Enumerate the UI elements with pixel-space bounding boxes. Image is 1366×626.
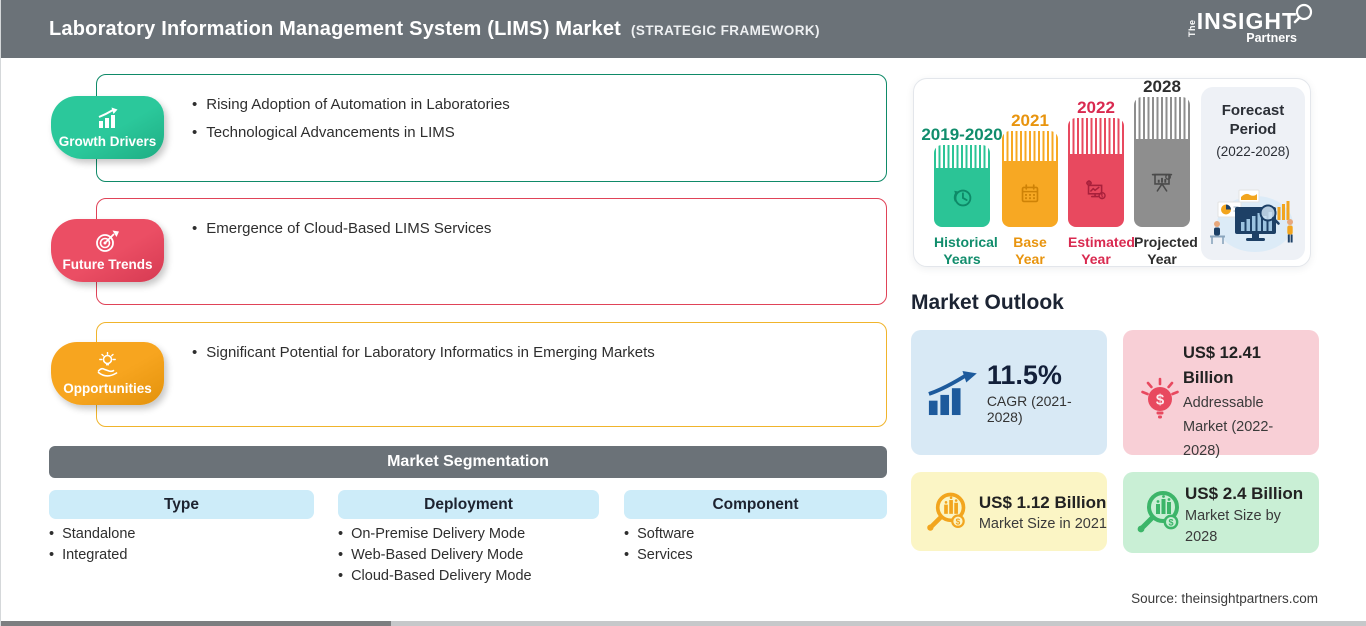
timeline-bar bbox=[1134, 97, 1190, 227]
segment-header-component: Component bbox=[624, 490, 887, 519]
analytics-illustration bbox=[1210, 189, 1293, 252]
calendar-icon bbox=[1021, 184, 1039, 203]
market-segmentation-header: Market Segmentation bbox=[49, 446, 887, 478]
forecast-period-panel: Forecast Period (2022-2028) bbox=[1201, 87, 1305, 260]
market-size-2021-desc: Market Size in 2021 bbox=[978, 516, 1107, 532]
bar-stripes bbox=[1068, 118, 1124, 154]
insight-partners-logo: The INSIGHT Partners bbox=[1186, 3, 1315, 45]
page-subtitle: (STRATEGIC FRAMEWORK) bbox=[631, 22, 820, 38]
list-item: Cloud-Based Delivery Mode bbox=[338, 566, 532, 587]
opportunities-badge: Opportunities bbox=[51, 342, 164, 405]
svg-text:$: $ bbox=[1168, 518, 1173, 528]
bar-caption: Estimated Year bbox=[1068, 234, 1135, 267]
list-item: Technological Advancements in LIMS bbox=[192, 123, 862, 142]
market-size-2028-value: US$ 2.4 Billion bbox=[1185, 484, 1304, 503]
header-bar: Laboratory Information Management System… bbox=[1, 0, 1366, 58]
timeline-bar bbox=[1002, 131, 1058, 227]
list-item: Software bbox=[624, 524, 694, 545]
timeline-bar bbox=[934, 145, 990, 227]
bar-caption: Historical Years bbox=[934, 234, 998, 267]
bar-stripes bbox=[1002, 131, 1058, 161]
market-size-2028-card: $ US$ 2.4 Billion Market Size by 2028 bbox=[1123, 472, 1319, 553]
list-item: Web-Based Delivery Mode bbox=[338, 545, 532, 566]
bar-stripes bbox=[934, 145, 990, 168]
list-item: On-Premise Delivery Mode bbox=[338, 524, 532, 545]
market-size-2028-desc: Market Size by 2028 bbox=[1185, 508, 1281, 545]
type-list: Standalone Integrated bbox=[49, 524, 135, 566]
cagr-card: 11.5% CAGR (2021-2028) bbox=[911, 330, 1107, 455]
segment-header-type: Type bbox=[49, 490, 314, 519]
monitor-analytics-icon: $ bbox=[1086, 179, 1106, 199]
badge-label: Growth Drivers bbox=[58, 134, 157, 149]
growth-drivers-badge: Growth Drivers bbox=[51, 96, 164, 159]
year-label: 2028 bbox=[1143, 77, 1181, 96]
timeline-historical-years: 2019-2020 Historical Years bbox=[921, 79, 1002, 267]
source-attribution: Source: theinsightpartners.com bbox=[1131, 591, 1318, 606]
bar-caption: Projected Year bbox=[1134, 234, 1198, 267]
timeline-projected-year: 2028 Projected Year bbox=[1134, 77, 1198, 267]
list-item: Standalone bbox=[49, 524, 135, 545]
timeline-base-year: 2021 Base Year bbox=[1002, 79, 1058, 267]
addressable-market-desc: Addressable Market (2022-2028) bbox=[1183, 395, 1274, 459]
market-size-2021-value: US$ 1.12 Billion bbox=[978, 493, 1107, 512]
cagr-value: 11.5% bbox=[986, 360, 1062, 390]
growth-chart-icon bbox=[98, 107, 118, 128]
logo-the-text: The bbox=[1186, 19, 1197, 37]
forecast-period-range: (2022-2028) bbox=[1216, 144, 1290, 159]
segment-header-deployment: Deployment bbox=[338, 490, 599, 519]
horizontal-scrollbar[interactable] bbox=[1, 621, 1366, 626]
growth-drivers-panel: Rising Adoption of Automation in Laborat… bbox=[96, 74, 887, 182]
addressable-market-card: $ US$ 12.41 Billion Addressable Market (… bbox=[1123, 330, 1319, 459]
deployment-list: On-Premise Delivery Mode Web-Based Deliv… bbox=[338, 524, 532, 587]
growth-bars-arrow-icon bbox=[928, 370, 977, 415]
future-trends-panel: Emergence of Cloud-Based LIMS Services bbox=[96, 198, 887, 305]
projection-screen-icon bbox=[1151, 173, 1173, 192]
header-titles: Laboratory Information Management System… bbox=[49, 18, 820, 41]
cagr-desc: CAGR (2021-2028) bbox=[986, 393, 1072, 425]
magnifier-chart-icon: $ bbox=[1137, 491, 1179, 533]
segmentation-title: Market Segmentation bbox=[387, 453, 549, 470]
market-size-2021-card: $ US$ 1.12 Billion Market Size in 2021 bbox=[911, 472, 1107, 551]
list-item: Emergence of Cloud-Based LIMS Services bbox=[192, 219, 862, 238]
year-label: 2021 bbox=[1011, 111, 1049, 130]
target-dart-icon bbox=[96, 230, 119, 252]
year-label: 2022 bbox=[1077, 98, 1115, 117]
list-item: Significant Potential for Laboratory Inf… bbox=[192, 343, 862, 362]
list-item: Rising Adoption of Automation in Laborat… bbox=[192, 95, 862, 114]
history-clock-icon bbox=[953, 189, 972, 206]
list-item: Services bbox=[624, 545, 694, 566]
year-label: 2019-2020 bbox=[921, 125, 1003, 144]
future-trends-badge: Future Trends bbox=[51, 219, 164, 282]
forecast-period-label: Forecast bbox=[1221, 102, 1285, 119]
svg-text:$: $ bbox=[1156, 392, 1165, 409]
badge-label: Future Trends bbox=[62, 257, 153, 272]
idea-hand-icon bbox=[97, 351, 118, 377]
forecast-timeline-card: 2019-2020 Historical Years 2021 Base Yea… bbox=[913, 77, 1311, 267]
scrollbar-thumb[interactable] bbox=[1, 621, 391, 626]
bar-caption: Base Year bbox=[1013, 234, 1047, 267]
magnifier-chart-icon: $ bbox=[927, 492, 966, 531]
badge-label: Opportunities bbox=[63, 380, 152, 396]
bulb-dollar-icon: $ bbox=[1141, 377, 1179, 419]
magnifier-icon bbox=[1293, 3, 1313, 24]
lims-market-infographic: Laboratory Information Management System… bbox=[0, 0, 1366, 626]
list-item: Integrated bbox=[49, 545, 135, 566]
opportunities-panel: Significant Potential for Laboratory Inf… bbox=[96, 322, 887, 427]
bar-stripes bbox=[1134, 97, 1190, 139]
timeline-estimated-year: 2022 $ Estimated Year bbox=[1068, 79, 1135, 267]
market-outlook-title: Market Outlook bbox=[911, 291, 1064, 314]
addressable-market-value: US$ 12.41 Billion bbox=[1183, 344, 1261, 387]
page-title: Laboratory Information Management System… bbox=[49, 17, 622, 40]
svg-text:$: $ bbox=[956, 517, 961, 526]
component-list: Software Services bbox=[624, 524, 694, 566]
timeline-bar: $ bbox=[1068, 118, 1124, 227]
